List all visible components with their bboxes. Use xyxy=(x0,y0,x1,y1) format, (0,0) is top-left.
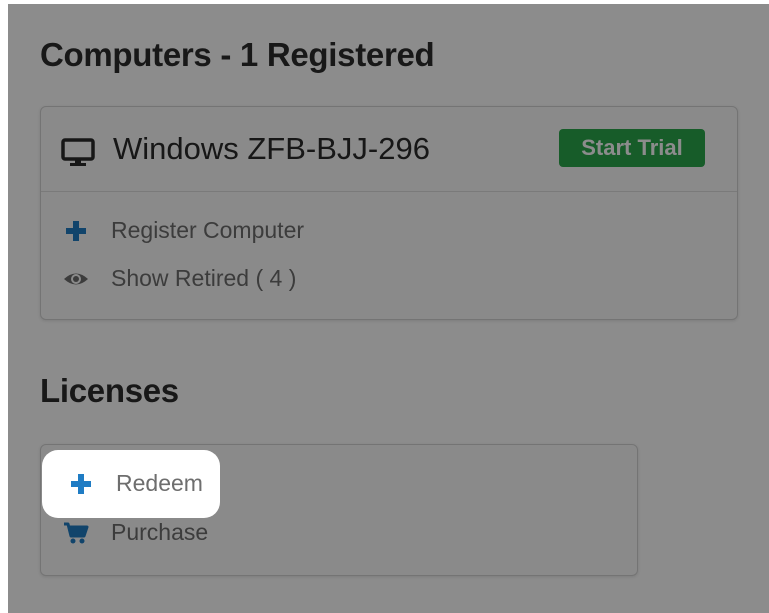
shopping-cart-icon xyxy=(64,522,89,544)
redeem-link[interactable]: Redeem xyxy=(68,470,218,500)
redeem-highlight: Redeem xyxy=(42,450,220,518)
purchase-link[interactable]: Purchase xyxy=(63,519,313,549)
licenses-heading: Licenses xyxy=(40,372,179,409)
redeem-label: Redeem xyxy=(116,470,203,496)
plus-icon xyxy=(71,474,91,494)
start-trial-button[interactable]: Start Trial xyxy=(559,129,705,167)
show-retired-label: Show Retired ( 4 ) xyxy=(111,265,297,291)
show-retired-link[interactable]: Show Retired ( 4 ) xyxy=(63,265,363,295)
plus-icon xyxy=(66,221,86,241)
computers-heading: Computers - 1 Registered xyxy=(40,36,435,73)
computer-name: Windows ZFB-BJJ-296 xyxy=(113,131,430,166)
computer-row[interactable]: Windows ZFB-BJJ-296 Start Trial xyxy=(41,107,737,192)
eye-icon xyxy=(64,273,88,285)
register-computer-label: Register Computer xyxy=(111,217,305,243)
register-computer-link[interactable]: Register Computer xyxy=(63,217,363,247)
monitor-icon xyxy=(61,138,95,166)
page-frame: Computers - 1 Registered Windows ZFB-BJJ… xyxy=(8,4,769,613)
computers-card: Windows ZFB-BJJ-296 Start Trial Register… xyxy=(40,106,738,320)
purchase-label: Purchase xyxy=(111,519,209,545)
